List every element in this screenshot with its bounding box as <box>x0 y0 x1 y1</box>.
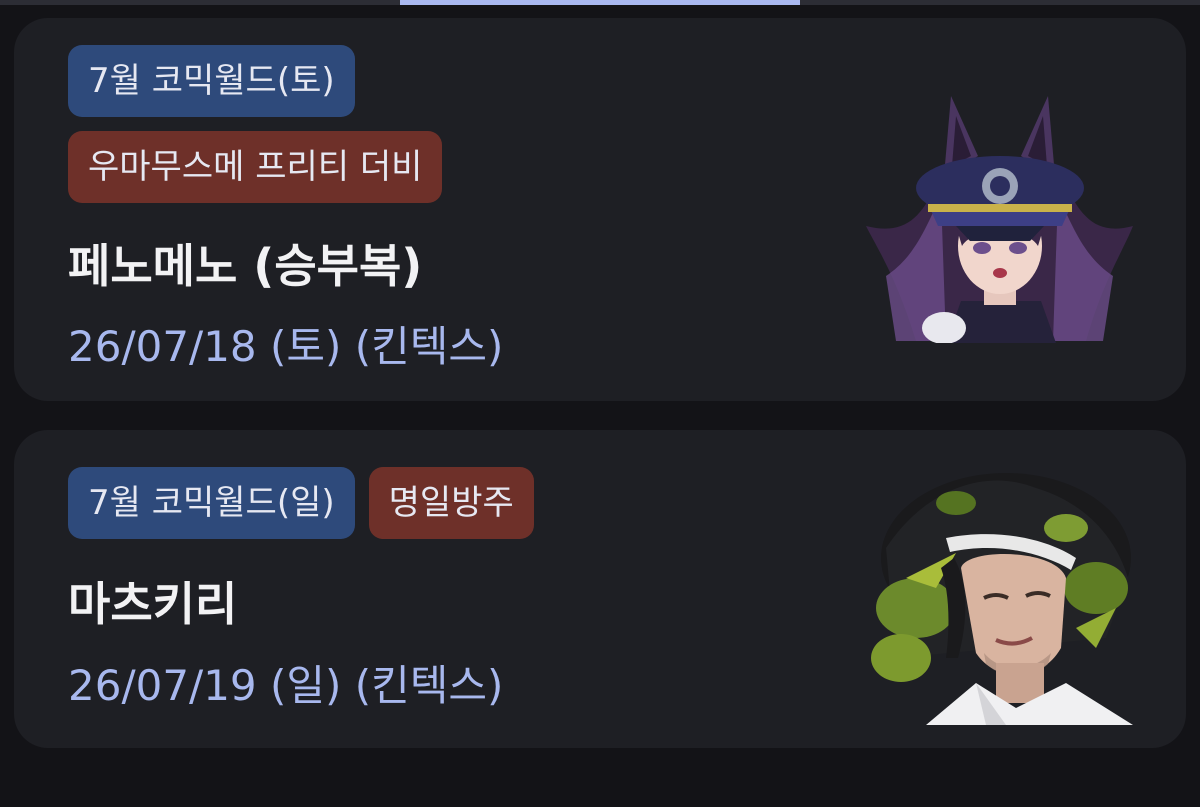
event-tag[interactable]: 7월 코믹월드(일) <box>68 467 355 539</box>
event-tag[interactable]: 7월 코믹월드(토) <box>68 45 355 117</box>
series-tag[interactable]: 명일방주 <box>368 467 534 539</box>
tag-group: 7월 코믹월드(토) 우마무스메 프리티 더비 <box>68 45 588 203</box>
character-title: 마츠키리 <box>68 577 238 631</box>
tag-group: 7월 코믹월드(일) 명일방주 <box>68 467 768 539</box>
event-card[interactable]: 7월 코믹월드(일) 명일방주 마츠키리 26/07/19 (일) (킨텍스) <box>14 430 1186 748</box>
character-thumbnail[interactable] <box>866 76 1133 343</box>
event-card[interactable]: 7월 코믹월드(토) 우마무스메 프리티 더비 페노메노 (승부복) 26/07… <box>14 18 1186 401</box>
character-thumbnail[interactable] <box>866 458 1133 725</box>
event-date: 26/07/19 (일) (킨텍스) <box>68 661 504 710</box>
event-date: 26/07/18 (토) (킨텍스) <box>68 322 504 371</box>
series-tag[interactable]: 우마무스메 프리티 더비 <box>68 131 443 203</box>
character-title: 페노메노 (승부복) <box>68 239 423 293</box>
active-tab-indicator <box>400 0 800 5</box>
